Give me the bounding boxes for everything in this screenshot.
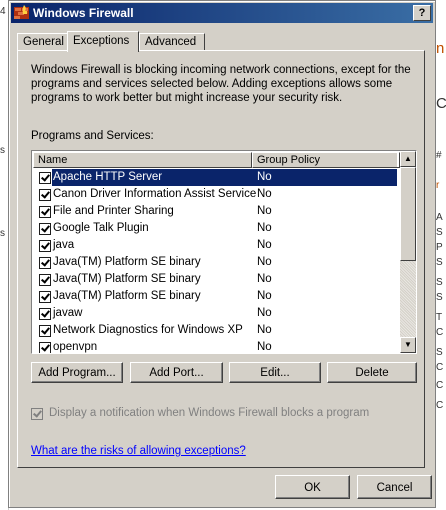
ok-button[interactable]: OK xyxy=(275,475,350,499)
table-row[interactable]: Java(TM) Platform SE binary No xyxy=(33,271,397,288)
row-checkbox[interactable] xyxy=(39,325,51,337)
notification-label: Display a notification when Windows Fire… xyxy=(49,407,370,419)
background-text-fragment: A xyxy=(436,212,443,223)
background-text-fragment: r xyxy=(436,180,440,191)
row-group-policy: No xyxy=(257,273,272,285)
row-checkbox[interactable] xyxy=(39,206,51,218)
row-checkbox[interactable] xyxy=(39,172,51,184)
programs-list[interactable]: Name Group Policy Apache HTTP Server No Ca… xyxy=(31,150,417,354)
row-checkbox[interactable] xyxy=(39,189,51,201)
row-name: Google Talk Plugin xyxy=(53,222,149,234)
row-group-policy: No xyxy=(257,341,272,353)
background-text-fragment: S xyxy=(436,277,443,288)
help-button[interactable]: ? xyxy=(413,5,431,21)
row-name: Apache HTTP Server xyxy=(53,171,163,183)
background-text-fragment: s xyxy=(0,145,5,156)
description-text: Windows Firewall is blocking incoming ne… xyxy=(31,64,411,104)
row-group-policy: No xyxy=(257,222,272,234)
table-row[interactable]: Java(TM) Platform SE binary No xyxy=(33,254,397,271)
table-row[interactable]: Network Diagnostics for Windows XP No xyxy=(33,322,397,339)
background-text-fragment: S xyxy=(436,257,443,268)
background-text-fragment: S xyxy=(436,292,443,303)
row-group-policy: No xyxy=(257,205,272,217)
table-row[interactable]: openvpn No xyxy=(33,339,397,353)
row-name: Canon Driver Information Assist Service xyxy=(53,188,257,200)
add-program-button[interactable]: Add Program... xyxy=(31,362,123,383)
risks-link[interactable]: What are the risks of allowing exception… xyxy=(31,445,246,457)
background-text-fragment: S xyxy=(436,347,443,358)
row-checkbox[interactable] xyxy=(39,257,51,269)
table-row[interactable]: Java(TM) Platform SE binary No xyxy=(33,288,397,305)
list-header: Name Group Policy xyxy=(33,152,400,168)
table-row[interactable]: Canon Driver Information Assist Service N… xyxy=(33,186,397,203)
notification-checkbox xyxy=(31,408,43,420)
cancel-button[interactable]: Cancel xyxy=(357,475,432,499)
background-text-fragment: # xyxy=(436,150,442,161)
scroll-thumb[interactable] xyxy=(400,167,416,261)
tab-exceptions[interactable]: Exceptions xyxy=(67,31,139,52)
windows-firewall-dialog: Windows Firewall ? General Exceptions Ad… xyxy=(8,0,436,508)
background-text-fragment: C xyxy=(436,362,444,373)
row-group-policy: No xyxy=(257,290,272,302)
row-name: Network Diagnostics for Windows XP xyxy=(53,324,243,336)
list-scrollbar[interactable]: ▲ ▼ xyxy=(400,151,416,353)
background-text-fragment: S xyxy=(436,227,443,238)
tab-general[interactable]: General xyxy=(17,33,68,51)
scroll-up-arrow-icon[interactable]: ▲ xyxy=(400,151,416,167)
row-name: File and Printer Sharing xyxy=(53,205,174,217)
title-bar[interactable]: Windows Firewall ? xyxy=(11,3,433,23)
table-row[interactable]: javaw No xyxy=(33,305,397,322)
background-text-fragment: T xyxy=(436,312,443,323)
firewall-icon xyxy=(14,5,29,19)
row-checkbox[interactable] xyxy=(39,274,51,286)
column-group-policy[interactable]: Group Policy xyxy=(252,152,400,168)
row-name: java xyxy=(53,239,75,251)
row-group-policy: No xyxy=(257,324,272,336)
row-name: openvpn xyxy=(53,341,98,353)
row-group-policy: No xyxy=(257,171,272,183)
list-rows: Apache HTTP Server No Canon Driver Informa… xyxy=(33,169,397,353)
row-group-policy: No xyxy=(257,256,272,268)
row-checkbox[interactable] xyxy=(39,308,51,320)
row-group-policy: No xyxy=(257,239,272,251)
delete-button[interactable]: Delete xyxy=(327,362,417,383)
background-text-fragment: C xyxy=(436,327,444,338)
row-checkbox[interactable] xyxy=(39,223,51,235)
scroll-down-arrow-icon[interactable]: ▼ xyxy=(400,337,416,353)
row-name: Java(TM) Platform SE binary xyxy=(53,256,201,268)
row-checkbox[interactable] xyxy=(39,291,51,303)
row-name: Java(TM) Platform SE binary xyxy=(53,290,201,302)
tab-advanced[interactable]: Advanced xyxy=(139,33,205,51)
table-row[interactable]: File and Printer Sharing No xyxy=(33,203,397,220)
exceptions-panel: Windows Firewall is blocking incoming ne… xyxy=(17,50,425,468)
row-group-policy: No xyxy=(257,307,272,319)
column-name[interactable]: Name xyxy=(33,152,252,168)
background-text-fragment: P xyxy=(436,242,443,253)
table-row[interactable]: Apache HTTP Server No xyxy=(33,169,397,186)
row-group-policy: No xyxy=(257,188,272,200)
table-row[interactable]: Google Talk Plugin No xyxy=(33,220,397,237)
background-text-fragment: C xyxy=(436,380,444,391)
row-name: javaw xyxy=(53,307,83,319)
row-name: Java(TM) Platform SE binary xyxy=(53,273,201,285)
add-port-button[interactable]: Add Port... xyxy=(130,362,223,383)
background-text-fragment: 4 xyxy=(0,6,6,17)
edit-button[interactable]: Edit... xyxy=(229,362,321,383)
background-text-fragment: C xyxy=(436,95,446,112)
window-title: Windows Firewall xyxy=(33,6,134,20)
background-text-fragment: C xyxy=(436,400,444,411)
programs-services-label: Programs and Services: xyxy=(31,130,154,142)
row-checkbox[interactable] xyxy=(39,342,51,353)
table-row[interactable]: java No xyxy=(33,237,397,254)
background-text-fragment: n xyxy=(436,40,445,57)
background-text-fragment: s xyxy=(0,228,5,239)
row-checkbox[interactable] xyxy=(39,240,51,252)
